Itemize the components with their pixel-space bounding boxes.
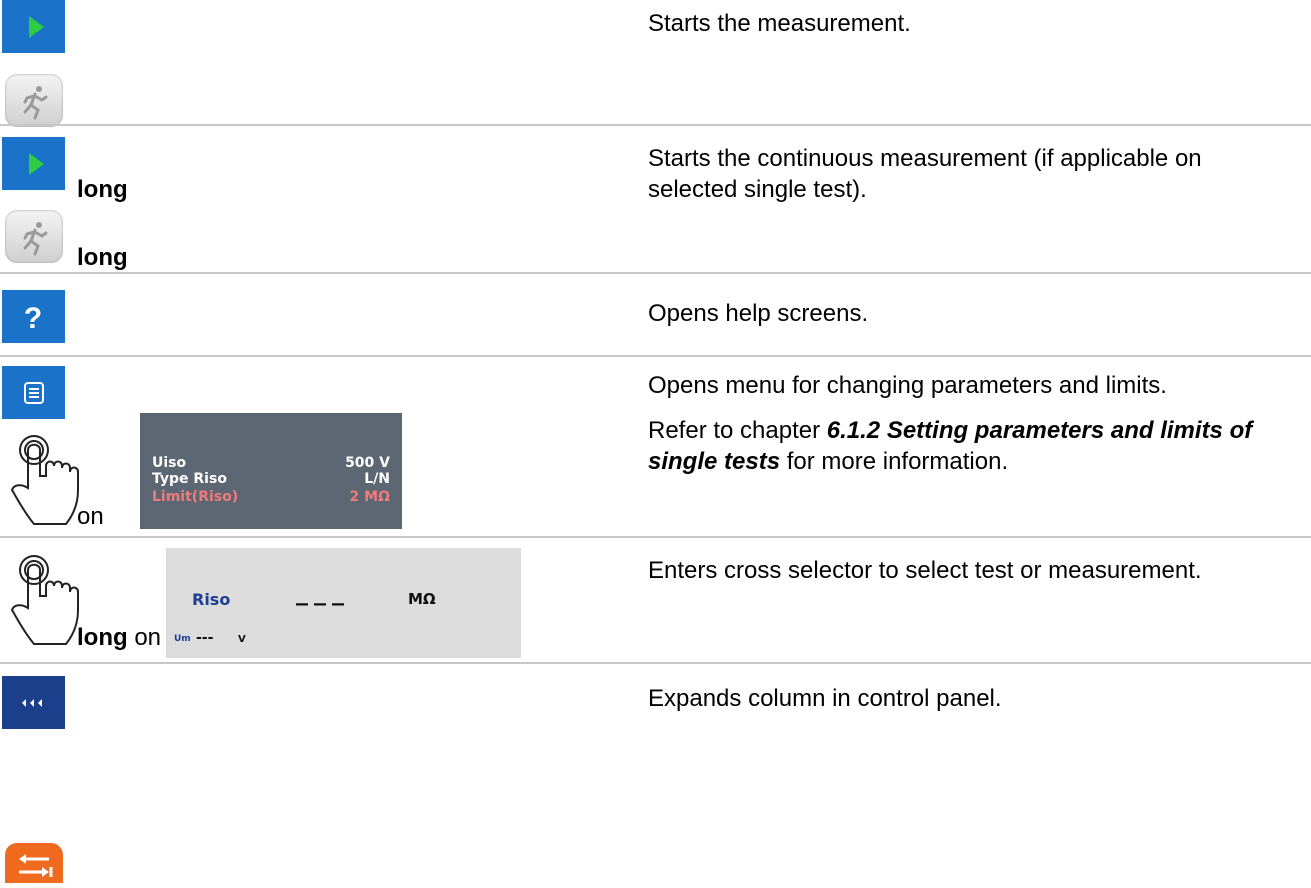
parameter-panel[interactable]: Uiso 500 V Type Riso L/N Limit(Riso) 2 M… bbox=[140, 413, 402, 529]
long-label: long bbox=[77, 244, 128, 271]
sub-unit: V bbox=[238, 634, 246, 645]
tap-icon bbox=[4, 428, 84, 538]
param-value: L/N bbox=[364, 471, 390, 487]
run-icon bbox=[23, 222, 48, 256]
row-4-description: Opens menu for changing parameters and l… bbox=[648, 372, 1167, 399]
help-button[interactable]: ? bbox=[2, 290, 65, 343]
start-long-button[interactable] bbox=[2, 137, 65, 190]
expand-icon bbox=[22, 699, 42, 707]
sub-value: --- bbox=[196, 630, 214, 646]
sub-label: Um bbox=[174, 634, 191, 644]
param-value: 500 V bbox=[345, 455, 390, 471]
param-label-limit: Limit(Riso) bbox=[152, 489, 239, 505]
row-2-description: Starts the continuous measurement (if ap… bbox=[648, 145, 1202, 203]
run-long-button[interactable] bbox=[5, 210, 63, 263]
help-icon: ? bbox=[24, 302, 42, 335]
divider bbox=[0, 355, 1311, 357]
result-label: Riso bbox=[192, 590, 231, 609]
row-5-description: Enters cross selector to select test or … bbox=[648, 557, 1202, 584]
divider bbox=[0, 536, 1311, 538]
result-unit: MΩ bbox=[408, 590, 436, 608]
on-label: on bbox=[77, 503, 104, 530]
swap-icon bbox=[19, 854, 53, 877]
result-panel[interactable]: Riso ___ MΩ Um --- V bbox=[166, 548, 521, 658]
param-label: Uiso bbox=[152, 455, 187, 471]
list-icon bbox=[24, 382, 44, 404]
expand-column-button[interactable] bbox=[2, 676, 65, 729]
parameters-button[interactable] bbox=[2, 366, 65, 419]
run-icon bbox=[23, 86, 48, 120]
long-on-label: long on bbox=[77, 624, 162, 651]
row-4-reference: Refer to chapter 6.1.2 Setting parameter… bbox=[648, 417, 1253, 475]
tap-icon bbox=[4, 548, 84, 658]
result-value: ___ bbox=[296, 578, 350, 606]
divider bbox=[0, 124, 1311, 126]
divider bbox=[0, 662, 1311, 664]
svg-text:?: ? bbox=[24, 302, 42, 335]
play-icon bbox=[29, 153, 44, 175]
run-button[interactable] bbox=[5, 74, 63, 127]
row-1-description: Starts the measurement. bbox=[648, 10, 911, 37]
start-button[interactable] bbox=[2, 0, 65, 53]
param-label: Type Riso bbox=[152, 471, 227, 487]
swap-button[interactable] bbox=[5, 843, 63, 883]
param-value-limit: 2 MΩ bbox=[349, 489, 390, 505]
divider bbox=[0, 272, 1311, 274]
row-3-description: Opens help screens. bbox=[648, 300, 869, 327]
long-label: long bbox=[77, 176, 128, 203]
row-6-description: Expands column in control panel. bbox=[648, 685, 1002, 712]
play-icon bbox=[29, 16, 44, 38]
